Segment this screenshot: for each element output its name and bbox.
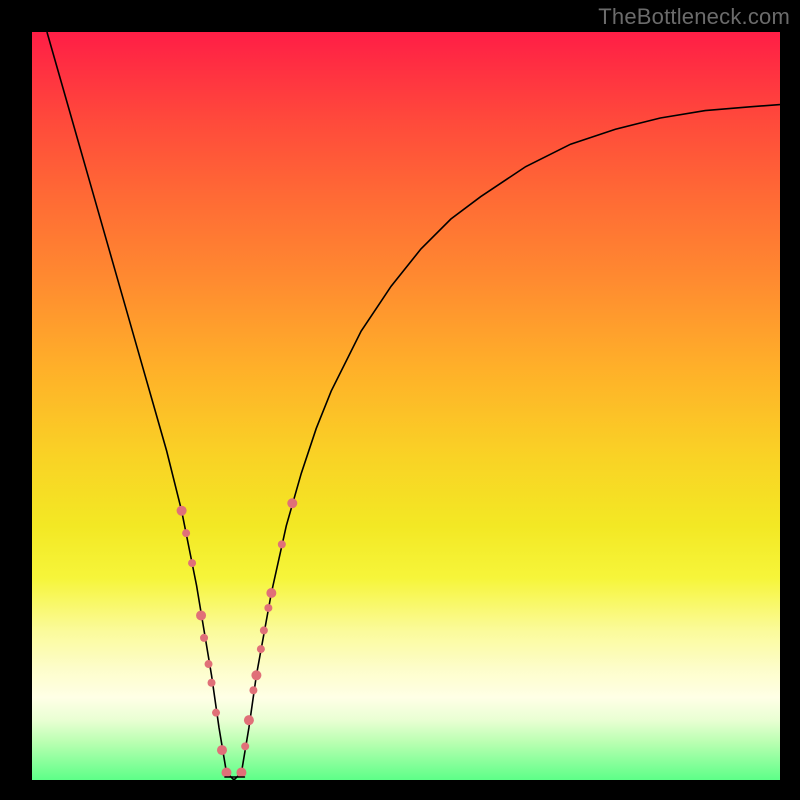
sample-point	[208, 679, 216, 687]
sample-point	[177, 506, 187, 516]
bottleneck-curve	[47, 32, 780, 780]
sample-point	[188, 559, 196, 567]
sample-point	[196, 610, 206, 620]
sample-point	[212, 709, 220, 717]
sample-point	[264, 604, 272, 612]
plot-area	[32, 32, 780, 780]
sample-point	[287, 498, 297, 508]
sample-point	[200, 634, 208, 642]
sample-point	[251, 670, 261, 680]
sample-point	[257, 645, 265, 653]
chart-frame: TheBottleneck.com	[0, 0, 800, 800]
sample-point	[236, 768, 246, 778]
sample-point	[217, 745, 227, 755]
sample-point	[182, 529, 190, 537]
sample-point	[266, 588, 276, 598]
sample-point	[241, 742, 249, 750]
sample-point	[260, 626, 268, 634]
sample-point	[249, 686, 257, 694]
chart-svg	[32, 32, 780, 780]
sample-point	[221, 768, 231, 778]
sample-point	[244, 715, 254, 725]
watermark-text: TheBottleneck.com	[598, 4, 790, 30]
sample-point	[278, 540, 286, 548]
sample-points-group	[177, 498, 298, 777]
sample-point	[205, 660, 213, 668]
